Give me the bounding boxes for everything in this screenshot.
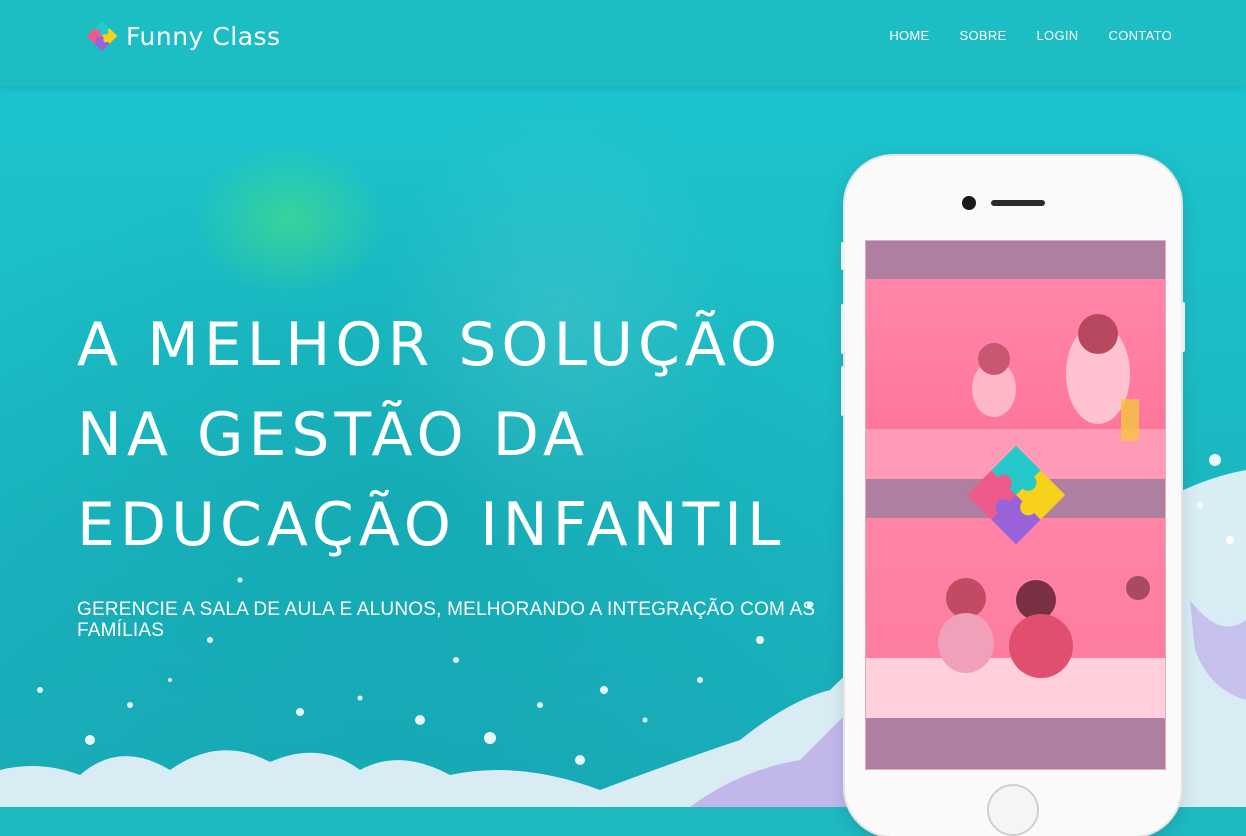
headline-line-1: A MELHOR SOLUÇÃO [77,310,783,380]
brand-name: Funny Class [126,21,281,51]
phone-speaker [991,200,1045,206]
headline-line-3: EDUCAÇÃO INFANTIL [77,490,786,560]
headline-line-2: NA GESTÃO DA [77,400,589,470]
nav-sobre[interactable]: SOBRE [960,28,1007,43]
nav-login[interactable]: LOGIN [1037,28,1079,43]
phone-home-button [987,784,1039,836]
hero-subline: GERENCIE A SALA DE AULA E ALUNOS, MELHOR… [77,599,816,641]
brand[interactable]: Funny Class [84,18,281,54]
nav-home[interactable]: HOME [889,28,929,43]
puzzle-logo-icon [966,445,1066,545]
main-nav: HOME SOBRE LOGIN CONTATO [859,28,1172,43]
phone-camera [962,196,976,210]
phone-volume-up-button [841,304,845,354]
puzzle-logo-icon [86,20,118,52]
nav-contato[interactable]: CONTATO [1109,28,1173,43]
phone-mockup [841,156,1185,836]
top-navbar: Funny Class HOME SOBRE LOGIN CONTATO [0,0,1246,86]
hero-headline: A MELHOR SOLUÇÃO NA GESTÃO DA EDUCAÇÃO I… [77,300,837,570]
phone-volume-down-button [841,366,845,416]
phone-screen [865,240,1166,770]
phone-power-button [1181,302,1185,352]
phone-side-button [841,242,845,270]
